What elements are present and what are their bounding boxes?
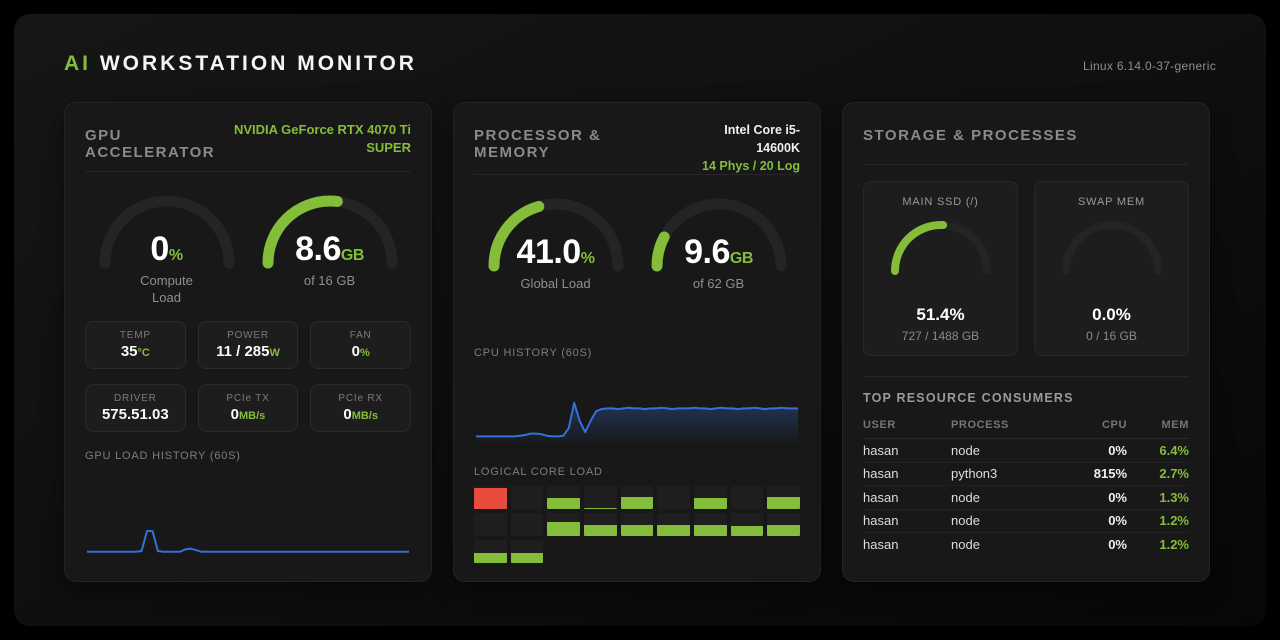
- cpu-card: PROCESSOR & MEMORY Intel Core i5-14600K …: [453, 102, 821, 582]
- cpu-card-header: PROCESSOR & MEMORY Intel Core i5-14600K …: [474, 121, 800, 176]
- gauge-label: of 62 GB: [692, 276, 745, 292]
- gauge-label: of 16 GB: [303, 273, 356, 288]
- gpu-compute-gauge: 0% Compute Load: [85, 188, 248, 307]
- table-row: hasan python3 815% 2.7%: [863, 463, 1189, 486]
- gpu-card-header: GPU ACCELERATOR NVIDIA GeForce RTX 4070 …: [85, 121, 411, 172]
- gauge-value: 0%: [150, 230, 183, 268]
- core-load-cell: [694, 486, 727, 509]
- main-ssd-gauge: MAIN SSD (/) 51.4% 727 / 1488 GB: [863, 181, 1018, 356]
- page-title-rest: WORKSTATION MONITOR: [91, 52, 417, 75]
- process-table-section: TOP RESOURCE CONSUMERS USER PROCESS CPU …: [863, 376, 1189, 557]
- stat-fan: FAN 0%: [310, 320, 411, 369]
- core-load-cell: [620, 513, 654, 536]
- storage-card-header: STORAGE & PROCESSES: [863, 121, 1189, 165]
- core-load-cell: [657, 513, 690, 536]
- core-load-cell: [510, 486, 544, 509]
- os-version-text: Linux 6.14.0-37-generic: [1083, 59, 1216, 73]
- core-load-cell: [584, 513, 617, 536]
- top-bar: AI WORKSTATION MONITOR Linux 6.14.0-37-g…: [64, 52, 1216, 76]
- cpu-history-label: CPU HISTORY (60S): [474, 347, 593, 359]
- gauge-value: 8.6GB: [295, 230, 364, 268]
- cpu-card-title: PROCESSOR & MEMORY: [474, 127, 602, 161]
- cpu-device-name: Intel Core i5-14600K 14 Phys / 20 Log: [681, 121, 800, 175]
- storage-card: STORAGE & PROCESSES MAIN SSD (/) 51.4% 7…: [842, 102, 1210, 582]
- gauge-value: 41.0%: [516, 233, 595, 272]
- gauge-value: 9.6GB: [684, 233, 753, 272]
- core-load-cell: [767, 486, 800, 509]
- stat-temp: TEMP 35°C: [85, 320, 186, 369]
- ram-gauge: 9.6GB of 62 GB: [637, 191, 800, 293]
- table-row: hasan node 0% 1.3%: [863, 486, 1189, 510]
- core-load-cell: [730, 513, 764, 536]
- gpu-history-label: GPU LOAD HISTORY (60S): [85, 449, 241, 462]
- table-row: hasan node 0% 1.2%: [863, 510, 1189, 533]
- gpu-stat-grid: TEMP 35°C POWER 11 / 285W FAN 0% DRIVER …: [85, 320, 411, 432]
- drive-percent: 0.0%: [1092, 305, 1131, 324]
- drive-label: MAIN SSD (/): [902, 196, 979, 208]
- storage-card-title: STORAGE & PROCESSES: [863, 127, 1078, 144]
- page-title: AI WORKSTATION MONITOR: [64, 52, 417, 76]
- drive-gauges: MAIN SSD (/) 51.4% 727 / 1488 GB SWAP ME…: [863, 181, 1189, 356]
- core-load-cell: [474, 513, 507, 536]
- gpu-gauges: 0% Compute Load 8.6GB of 16 GB: [85, 188, 411, 307]
- core-load-label: LOGICAL CORE LOAD: [474, 466, 603, 478]
- core-load-cell: [767, 513, 800, 536]
- cpu-gauges: 41.0% Global Load 9.6GB of 62 GB: [474, 191, 800, 293]
- drive-label: SWAP MEM: [1078, 196, 1145, 208]
- drive-detail: 727 / 1488 GB: [901, 329, 980, 343]
- gauge-arc: [1061, 221, 1162, 275]
- table-row: hasan node 0% 1.2%: [863, 537, 1189, 553]
- stat-driver: DRIVER 575.51.03: [85, 383, 186, 432]
- stat-pcie-rx: PCIe RX 0MB/s: [310, 383, 411, 432]
- logical-core-grid: [474, 486, 800, 563]
- col-mem: MEM: [1161, 419, 1189, 431]
- cpu-load-gauge: 41.0% Global Load: [474, 191, 637, 293]
- stat-power: POWER 11 / 285W: [197, 320, 299, 369]
- process-table-title: TOP RESOURCE CONSUMERS: [863, 391, 1074, 405]
- core-load-cell: [547, 486, 580, 509]
- gpu-vram-gauge: 8.6GB of 16 GB: [248, 188, 411, 307]
- core-load-cell: [547, 513, 580, 536]
- cpu-history-line-chart: [476, 401, 798, 443]
- gpu-card-title: GPU ACCELERATOR: [85, 127, 216, 161]
- cpu-topology: 14 Phys / 20 Log: [702, 159, 800, 174]
- stat-pcie-tx: PCIe TX 0MB/s: [197, 383, 299, 432]
- gauge-label: Global Load: [520, 276, 591, 292]
- drive-percent: 51.4%: [916, 305, 965, 324]
- swap-mem-gauge: SWAP MEM 0.0% 0 / 16 GB: [1034, 181, 1189, 356]
- col-cpu: CPU: [1101, 419, 1127, 431]
- gpu-device-name: NVIDIA GeForce RTX 4070 Ti SUPER: [233, 122, 411, 155]
- process-table-header: USER PROCESS CPU MEM: [863, 415, 1189, 439]
- gauge-label: Compute Load: [140, 273, 193, 305]
- core-load-cell: [694, 513, 727, 536]
- gpu-history-line-chart: [87, 530, 409, 553]
- core-load-cell: [510, 540, 544, 563]
- core-load-cell: [474, 486, 507, 509]
- gpu-card: GPU ACCELERATOR NVIDIA GeForce RTX 4070 …: [64, 102, 432, 582]
- cpu-history-chart: [474, 367, 800, 450]
- gpu-history-chart: [85, 470, 411, 563]
- col-process: PROCESS: [951, 419, 1009, 431]
- core-load-cell: [474, 540, 507, 563]
- drive-detail: 0 / 16 GB: [1086, 329, 1137, 343]
- core-load-cell: [657, 486, 690, 509]
- core-load-cell: [510, 513, 544, 536]
- core-load-cell: [620, 486, 654, 509]
- core-load-cell: [584, 486, 617, 509]
- col-user: USER: [863, 419, 896, 431]
- table-row: hasan node 0% 6.4%: [863, 439, 1189, 463]
- app-surface: AI WORKSTATION MONITOR Linux 6.14.0-37-g…: [14, 14, 1266, 626]
- gauge-arc: [890, 221, 991, 275]
- core-load-cell: [730, 486, 764, 509]
- cards-row: GPU ACCELERATOR NVIDIA GeForce RTX 4070 …: [64, 102, 1216, 582]
- page-title-accent: AI: [64, 52, 91, 75]
